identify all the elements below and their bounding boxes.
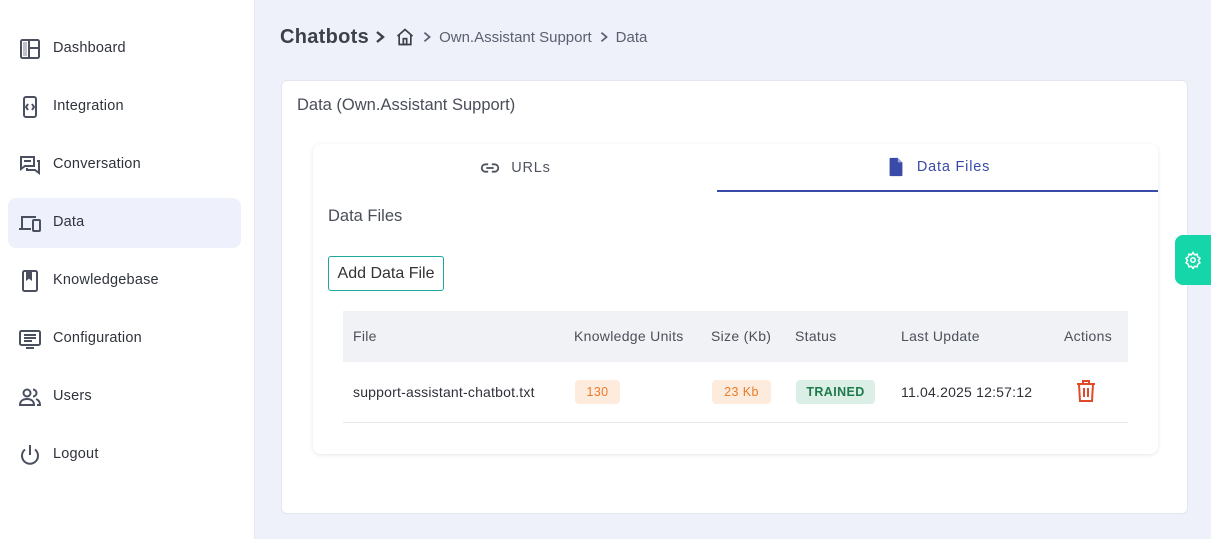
chevron-right-icon	[373, 30, 387, 44]
dashboard-icon	[18, 37, 42, 61]
sidebar-item-data[interactable]: Data	[8, 198, 241, 248]
devices-icon	[18, 211, 42, 235]
breadcrumb: Chatbots Own.Assistant Support Data	[280, 24, 647, 50]
sidebar-item-integration[interactable]: Integration	[8, 82, 241, 132]
users-icon	[18, 385, 42, 409]
sidebar-item-label: Configuration	[53, 330, 142, 346]
card-title: Data (Own.Assistant Support)	[297, 96, 516, 114]
file-icon	[885, 156, 907, 178]
table-row: support-assistant-chatbot.txt 130 23 Kb …	[343, 362, 1128, 423]
trash-icon[interactable]	[1075, 379, 1097, 403]
sidebar-item-logout[interactable]: Logout	[8, 430, 241, 480]
sidebar-item-conversation[interactable]: Conversation	[8, 140, 241, 190]
sidebar-item-label: Dashboard	[53, 40, 126, 56]
knowledge-units-badge: 130	[575, 380, 620, 404]
data-card: Data (Own.Assistant Support) URLs Data F…	[281, 80, 1188, 514]
chevron-right-icon	[421, 31, 433, 43]
column-header-status: Status	[795, 328, 837, 344]
last-update: 11.04.2025 12:57:12	[901, 384, 1033, 400]
sidebar-item-label: Integration	[53, 98, 124, 114]
sidebar-item-configuration[interactable]: Configuration	[8, 314, 241, 364]
sidebar-item-knowledgebase[interactable]: Knowledgebase	[8, 256, 241, 306]
configuration-icon	[18, 327, 42, 351]
chevron-right-icon	[598, 31, 610, 43]
link-icon	[479, 157, 501, 179]
power-icon	[18, 443, 42, 467]
column-header-actions: Actions	[1064, 328, 1113, 344]
breadcrumb-item-data: Data	[615, 28, 648, 46]
data-files-table: File Knowledge Units Size (Kb) Status La…	[343, 311, 1128, 423]
tab-label: Data Files	[916, 159, 991, 175]
sidebar-item-label: Logout	[53, 446, 99, 462]
conversation-icon	[18, 153, 42, 177]
settings-fab[interactable]	[1175, 235, 1211, 285]
home-icon[interactable]	[395, 27, 415, 47]
size-badge: 23 Kb	[712, 380, 771, 404]
section-title: Data Files	[328, 207, 403, 225]
integration-icon	[18, 95, 42, 119]
sidebar: Dashboard Integration Conversation Data …	[0, 0, 255, 539]
sidebar-item-users[interactable]: Users	[8, 372, 241, 422]
data-panel: URLs Data Files Data Files Add Data File…	[313, 144, 1158, 454]
breadcrumb-item-chatbot[interactable]: Own.Assistant Support	[439, 29, 592, 46]
file-name: support-assistant-chatbot.txt	[353, 384, 535, 400]
tab-label: URLs	[511, 160, 551, 176]
column-header-last-update: Last Update	[901, 328, 980, 344]
book-icon	[18, 269, 42, 293]
sidebar-item-label: Conversation	[53, 156, 141, 172]
gear-icon	[1184, 251, 1202, 269]
sidebar-item-label: Users	[53, 388, 92, 404]
sidebar-item-label: Data	[53, 214, 85, 230]
status-badge: TRAINED	[796, 380, 875, 404]
column-header-file: File	[353, 328, 377, 344]
tab-data-files[interactable]: Data Files	[717, 144, 1158, 192]
column-header-knowledge-units: Knowledge Units	[574, 328, 684, 344]
add-data-file-button[interactable]: Add Data File	[328, 256, 444, 291]
main-content: Chatbots Own.Assistant Support Data Data…	[256, 0, 1211, 539]
table-header: File Knowledge Units Size (Kb) Status La…	[343, 311, 1128, 362]
sidebar-item-dashboard[interactable]: Dashboard	[8, 24, 241, 74]
sidebar-item-label: Knowledgebase	[53, 272, 159, 288]
tab-urls[interactable]: URLs	[313, 144, 717, 192]
column-header-size: Size (Kb)	[711, 328, 772, 344]
breadcrumb-root[interactable]: Chatbots	[280, 26, 369, 49]
